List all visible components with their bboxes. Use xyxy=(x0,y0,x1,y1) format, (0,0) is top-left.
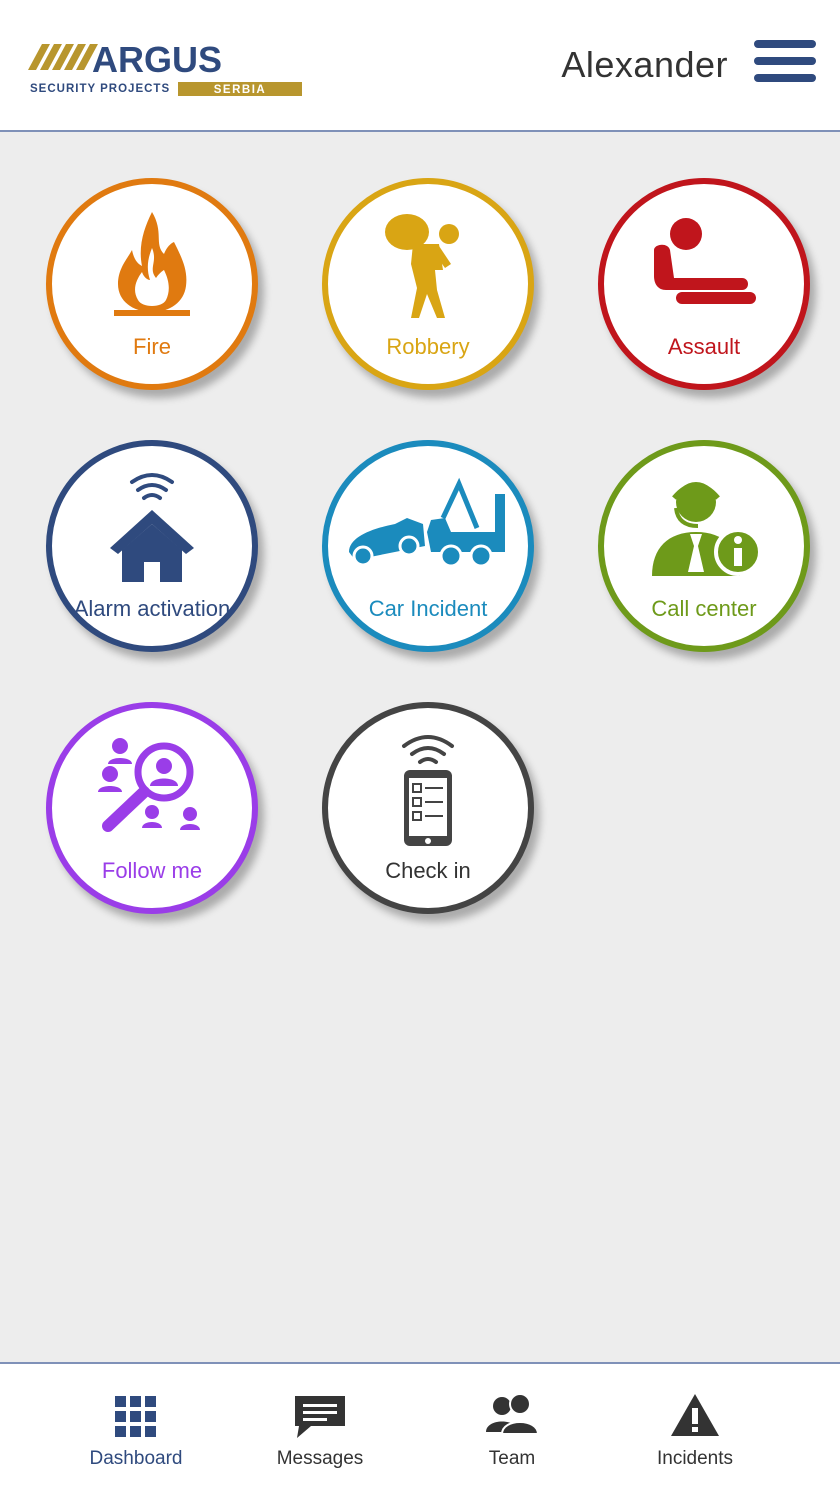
svg-text:ARGUS: ARGUS xyxy=(92,40,222,80)
tile-label: Fire xyxy=(133,334,171,359)
nav-label: Incidents xyxy=(656,1448,734,1469)
phone-checklist-icon xyxy=(402,735,454,846)
call-center-button[interactable]: Call center xyxy=(598,440,810,652)
warning-triangle-icon xyxy=(671,1394,719,1436)
tow-truck-icon xyxy=(349,477,505,568)
tile-label: Alarm activation xyxy=(73,596,231,621)
nav-label: Team xyxy=(488,1448,536,1469)
nav-dashboard[interactable]: Dashboard xyxy=(66,1392,206,1470)
hamburger-menu-icon[interactable] xyxy=(754,40,816,92)
tile-label: Check in xyxy=(385,858,471,883)
svg-text:SERBIA: SERBIA xyxy=(214,84,266,96)
alarm-house-icon xyxy=(110,473,194,582)
svg-text:SECURITY PROJECTS: SECURITY PROJECTS xyxy=(30,83,170,95)
nav-label: Messages xyxy=(276,1448,364,1469)
check-in-button[interactable]: Check in xyxy=(322,702,534,914)
tile-label: Assault xyxy=(667,334,741,359)
tile-label: Robbery xyxy=(386,334,470,359)
user-name: Alexander xyxy=(561,44,728,85)
fire-icon xyxy=(114,212,190,316)
call-center-agent-icon xyxy=(652,482,762,576)
nav-incidents[interactable]: Incidents xyxy=(625,1392,765,1470)
message-bubble-icon xyxy=(295,1396,345,1438)
tile-label: Call center xyxy=(651,596,757,621)
dashboard-grid-icon xyxy=(115,1396,156,1437)
follow-me-button[interactable]: Follow me xyxy=(46,702,258,914)
tile-label: Follow me xyxy=(101,858,203,883)
robbery-button[interactable]: Robbery xyxy=(322,178,534,390)
assault-icon xyxy=(654,218,756,304)
nav-team[interactable]: Team xyxy=(442,1392,582,1470)
team-icon xyxy=(486,1393,540,1435)
follow-me-search-icon xyxy=(98,738,200,832)
assault-button[interactable]: Assault xyxy=(598,178,810,390)
nav-messages[interactable]: Messages xyxy=(250,1392,390,1470)
car-incident-button[interactable]: Car Incident xyxy=(322,440,534,652)
robber-icon xyxy=(385,214,459,318)
argus-logo: ARGUS SECURITY PROJECTS SERBIA xyxy=(28,40,302,96)
fire-button[interactable]: Fire xyxy=(46,178,258,390)
alarm-activation-button[interactable]: Alarm activation xyxy=(46,440,258,652)
nav-label: Dashboard xyxy=(89,1448,183,1469)
incident-grid: Fire Robbery Assault Alarm activation Ca… xyxy=(0,132,840,1362)
tile-label: Car Incident xyxy=(368,596,488,621)
bottom-navigation: Dashboard Messages Team Incidents xyxy=(0,1362,840,1493)
app-header: ARGUS SECURITY PROJECTS SERBIA Alexander xyxy=(0,0,840,132)
